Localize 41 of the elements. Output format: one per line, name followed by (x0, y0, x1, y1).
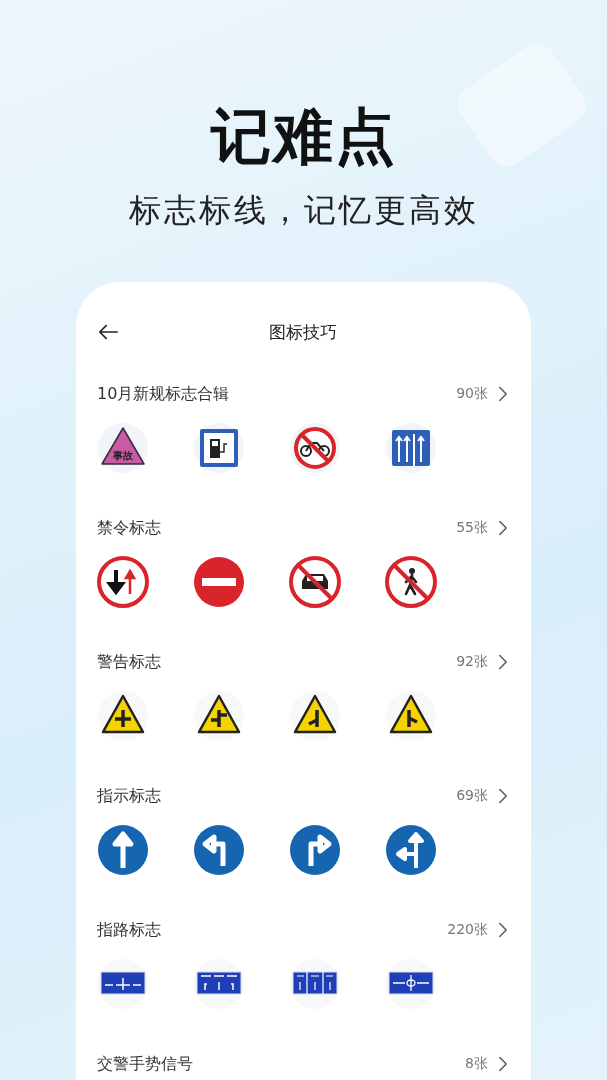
priority-oncoming-sign-icon[interactable] (97, 556, 149, 608)
chevron-right-icon[interactable] (498, 1056, 508, 1072)
hero-title: 记难点 (210, 100, 397, 172)
image-count: 220张 (447, 921, 488, 939)
image-count: 90张 (456, 385, 488, 403)
image-count: 69张 (456, 787, 488, 805)
chevron-right-icon[interactable] (498, 386, 508, 402)
category-title: 10月新规标志合辑 (97, 383, 231, 405)
category-title: 警告标志 (97, 651, 162, 673)
no-motorcycle-sign-icon[interactable] (289, 422, 341, 474)
chevron-right-icon[interactable] (498, 654, 508, 670)
road-guide-sign-icon[interactable] (289, 958, 341, 1010)
warning-junction-sign-icon[interactable] (385, 690, 437, 742)
accident-triangle-sign-icon[interactable]: 事故 (97, 422, 149, 474)
warning-junction-sign-icon[interactable] (97, 690, 149, 742)
image-count: 8张 (465, 1055, 488, 1073)
no-entry-sign-icon[interactable] (193, 556, 245, 608)
no-car-sign-icon[interactable] (289, 556, 341, 608)
direction-arrow-sign-icon[interactable] (289, 824, 341, 876)
warning-junction-sign-icon[interactable] (289, 690, 341, 742)
chevron-right-icon[interactable] (498, 520, 508, 536)
category-title: 交警手势信号 (97, 1053, 194, 1075)
lane-arrows-sign-icon[interactable] (385, 422, 437, 474)
chevron-right-icon[interactable] (498, 922, 508, 938)
image-count: 55张 (456, 519, 488, 537)
category-title: 指路标志 (97, 919, 162, 941)
warning-junction-sign-icon[interactable] (193, 690, 245, 742)
road-guide-sign-icon[interactable] (385, 958, 437, 1010)
charging-station-sign-icon[interactable] (193, 422, 245, 474)
category-title: 禁令标志 (97, 517, 162, 539)
screen-title: 图标技巧 (268, 320, 337, 344)
no-pedestrian-sign-icon[interactable] (385, 556, 437, 608)
road-guide-sign-icon[interactable] (97, 958, 149, 1010)
direction-arrow-sign-icon[interactable] (97, 824, 149, 876)
direction-arrow-sign-icon[interactable] (385, 824, 437, 876)
category-title: 指示标志 (97, 785, 162, 807)
chevron-right-icon[interactable] (498, 788, 508, 804)
hero-subtitle: 标志标线，记忆更高效 (128, 190, 479, 230)
road-guide-sign-icon[interactable] (193, 958, 245, 1010)
direction-arrow-sign-icon[interactable] (193, 824, 245, 876)
image-count: 92张 (456, 653, 488, 671)
